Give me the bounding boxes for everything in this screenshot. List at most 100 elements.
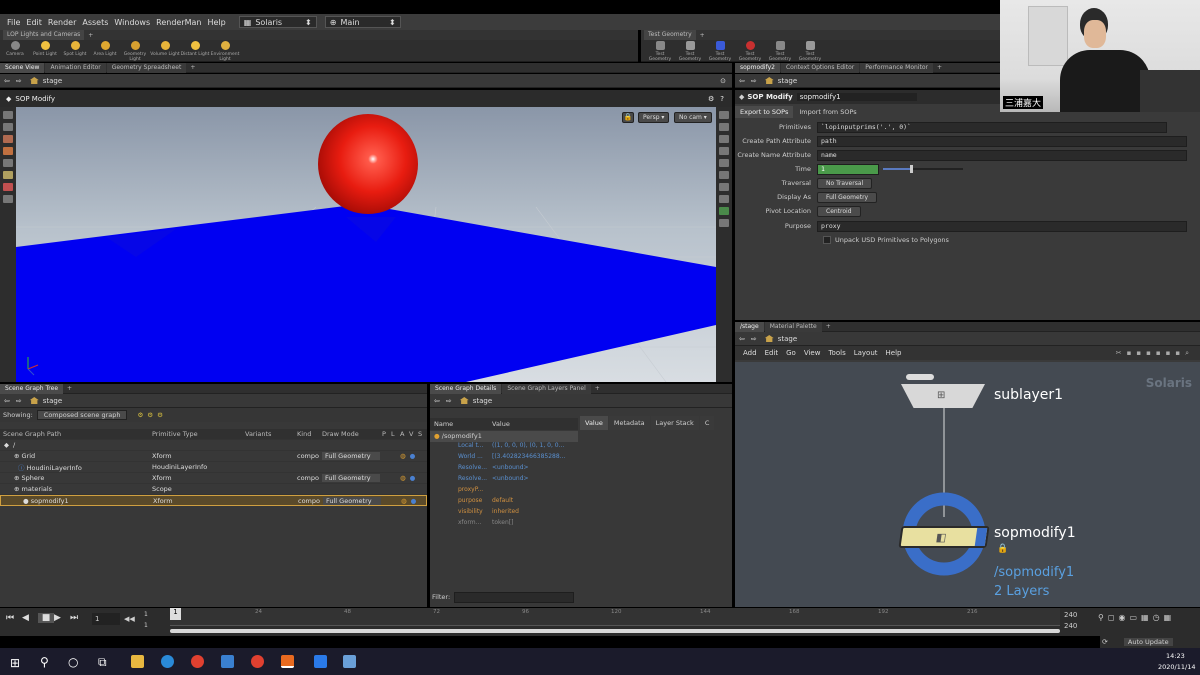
tab-value[interactable]: Value	[580, 416, 608, 430]
menu-view[interactable]: View	[804, 349, 821, 357]
add-tab-icon[interactable]: +	[88, 32, 93, 39]
geometry-light-tool[interactable]: Geometry Light	[120, 40, 150, 62]
chrome-icon[interactable]	[251, 655, 264, 668]
visibility-icon[interactable]: ◍	[400, 474, 406, 482]
tab-more[interactable]: C	[699, 416, 715, 430]
tab-sopmodify2[interactable]: sopmodify2	[735, 62, 780, 73]
breadcrumb[interactable]: stage	[764, 76, 797, 86]
stop-icon[interactable]: ■	[38, 613, 54, 623]
shelf-tab-test-geometry[interactable]: Test Geometry	[644, 30, 696, 40]
back-arrow-icon[interactable]: ⇦	[434, 397, 440, 405]
draw-mode-dropdown[interactable]: Full Geometry	[323, 496, 381, 505]
column-header[interactable]: L	[391, 430, 400, 438]
lock-icon[interactable]	[719, 135, 729, 143]
visibility-icon[interactable]: ◍	[401, 497, 407, 505]
display-as-dropdown[interactable]: Full Geometry	[817, 191, 878, 203]
add-tab-icon[interactable]: +	[595, 385, 600, 392]
table-row[interactable]: ⊕ Grid Xform compo Full Geometry ◍ ●	[0, 451, 427, 462]
menu-layout[interactable]: Layout	[854, 349, 878, 357]
select-icon[interactable]: ●	[410, 452, 416, 460]
forward-arrow-icon[interactable]: ⇨	[446, 397, 452, 405]
network-toolbar-icons[interactable]: ✂▪▪▪▪▪▪⌕	[1116, 349, 1194, 358]
display-option-icon[interactable]	[719, 147, 729, 155]
tab-material-palette[interactable]: Material Palette	[764, 321, 822, 332]
menu-help[interactable]: Help	[205, 18, 229, 27]
auto-update-dropdown[interactable]: Auto Update	[1123, 638, 1173, 646]
current-frame-marker[interactable]: 1	[170, 608, 181, 620]
select-icon[interactable]: ●	[410, 474, 416, 482]
distant-light-tool[interactable]: Distant Light	[180, 40, 210, 57]
forward-arrow-icon[interactable]: ⇨	[751, 77, 757, 85]
cortana-icon[interactable]: ○	[68, 655, 78, 669]
unpack-checkbox[interactable]	[823, 236, 831, 244]
help-icon[interactable]: ?	[720, 95, 724, 103]
environment-light-tool[interactable]: Environment Light	[210, 40, 240, 62]
test-geometry-tool[interactable]: Test Geometry	[735, 40, 765, 62]
select-icon[interactable]: ●	[411, 497, 417, 505]
menu-render[interactable]: Render	[45, 18, 79, 27]
end-frame[interactable]: 240	[1064, 611, 1077, 619]
tab-context-options-editor[interactable]: Context Options Editor	[780, 62, 860, 73]
menu-assets[interactable]: Assets	[79, 18, 111, 27]
breadcrumb[interactable]: stage	[459, 396, 492, 406]
tab-scene-graph-details[interactable]: Scene Graph Details	[430, 383, 502, 394]
zoom-icon[interactable]	[314, 655, 327, 668]
menu-edit[interactable]: Edit	[765, 349, 779, 357]
persp-button[interactable]: Persp ▾	[638, 112, 670, 123]
remote-desktop-icon[interactable]	[221, 655, 234, 668]
display-flag[interactable]	[974, 528, 988, 546]
breadcrumb[interactable]: stage	[29, 76, 62, 86]
draw-mode-dropdown[interactable]: Full Geometry	[322, 474, 380, 482]
display-option-icon[interactable]	[719, 183, 729, 191]
test-geometry-tool[interactable]: Test Geometry	[765, 40, 795, 62]
tab-geometry-spreadsheet[interactable]: Geometry Spreadsheet	[106, 62, 187, 73]
add-tab-icon[interactable]: +	[700, 32, 705, 39]
expand-icon[interactable]: ⊕	[14, 474, 19, 482]
camera-menu-button[interactable]: No cam ▾	[674, 112, 712, 123]
tab-export-to-sops[interactable]: Export to SOPs	[735, 106, 794, 118]
table-row-selected[interactable]: ● sopmodify1 Xform compo Full Geometry ◍…	[0, 495, 427, 506]
node-name-field[interactable]: sopmodify1	[796, 93, 917, 101]
breadcrumb[interactable]: stage	[29, 396, 62, 406]
handle-tool-icon[interactable]	[3, 159, 13, 167]
pose-tool-icon[interactable]	[3, 123, 13, 131]
display-option-icon[interactable]	[719, 111, 729, 119]
start-frame[interactable]: 1	[144, 611, 148, 618]
task-view-icon[interactable]: ⧉	[98, 655, 107, 670]
jump-end-icon[interactable]: ⏭	[70, 613, 86, 623]
back-arrow-icon[interactable]: ⇦	[4, 397, 10, 405]
column-header[interactable]: Draw Mode	[322, 430, 382, 438]
windows-start-icon[interactable]: ⊞	[10, 656, 20, 670]
column-header[interactable]: Primitive Type	[152, 430, 245, 438]
lock-icon[interactable]: 🔒	[622, 112, 634, 123]
add-tab-icon[interactable]: +	[190, 64, 195, 71]
list-item[interactable]: visibility inherited	[430, 508, 578, 519]
showing-dropdown[interactable]: Composed scene graph	[36, 410, 128, 420]
table-row[interactable]: ⊕ Sphere Xform compo Full Geometry ◍ ●	[0, 473, 427, 484]
list-item[interactable]: Resolve... <unbound>	[430, 475, 578, 486]
area-light-tool[interactable]: Area Light	[90, 40, 120, 57]
back-arrow-icon[interactable]: ⇦	[4, 77, 10, 85]
tab-performance-monitor[interactable]: Performance Monitor	[860, 62, 933, 73]
camera-tool[interactable]: Camera	[0, 40, 30, 57]
column-header[interactable]: Name	[430, 420, 492, 428]
list-item[interactable]: Resolve... <unbound>	[430, 464, 578, 475]
filter-input[interactable]	[454, 591, 575, 603]
shading-icon[interactable]	[719, 207, 729, 215]
tab-animation-editor[interactable]: Animation Editor	[45, 62, 106, 73]
chrome-icon[interactable]	[191, 655, 204, 668]
timeline-tool-icons[interactable]: ⚲◻◉▭▦◷▦	[1098, 613, 1175, 622]
create-path-field[interactable]: path	[817, 135, 1187, 147]
list-item[interactable]: World ... [(3.402823466385288...	[430, 453, 578, 464]
pin-icon[interactable]: ⊙	[720, 77, 726, 85]
time-field[interactable]: 1	[817, 163, 879, 175]
shelf-tab-lights[interactable]: LOP Lights and Cameras	[3, 30, 85, 40]
tab-layer-stack[interactable]: Layer Stack	[650, 416, 699, 430]
expand-icon[interactable]: ⊕	[14, 452, 19, 460]
sublayer1-node[interactable]: ⊞	[901, 384, 985, 408]
test-geometry-tool[interactable]: Test Geometry	[675, 40, 705, 62]
tab-stage[interactable]: /stage	[735, 321, 764, 332]
column-header[interactable]: Value	[492, 420, 510, 428]
frame-field[interactable]: 1	[92, 613, 120, 625]
menu-windows[interactable]: Windows	[111, 18, 153, 27]
